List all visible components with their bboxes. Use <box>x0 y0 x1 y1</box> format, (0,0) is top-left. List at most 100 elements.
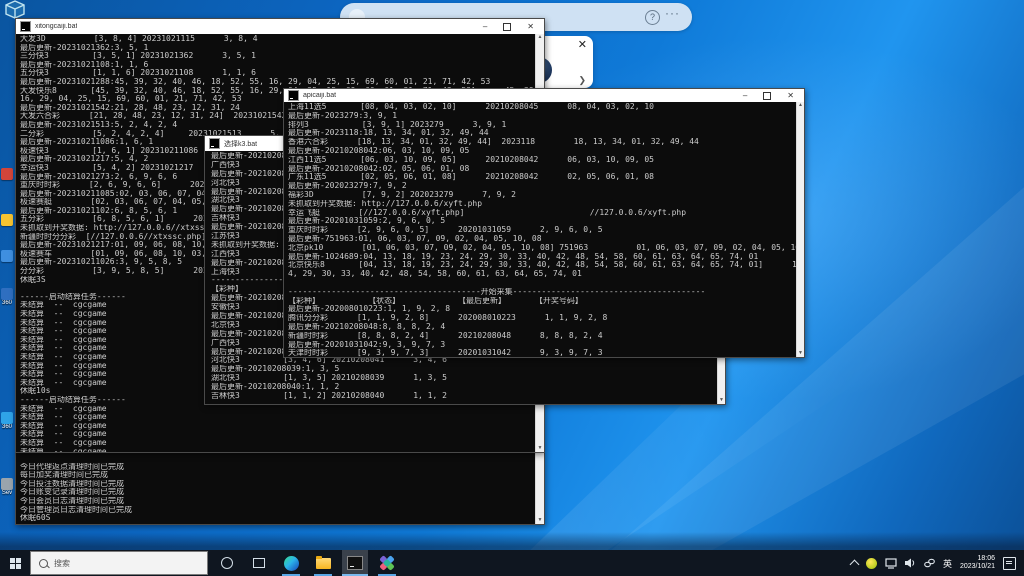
console-line: 最后更新-1024689:04, 13, 18, 19, 23, 24, 29,… <box>288 253 796 262</box>
console-line: 新疆时时彩 [8, 8, 8, 2, 4] 20210208048 8, 8, … <box>288 332 796 341</box>
close-button[interactable]: ✕ <box>527 23 534 31</box>
scroll-down-icon[interactable]: ▼ <box>797 350 804 357</box>
antivirus-tray-icon[interactable] <box>866 558 877 569</box>
console-line: 最后更新-20231021288:45, 39, 32, 40, 46, 18,… <box>20 78 535 87</box>
console-line: 最后更新-20231021362:3, 5, 1 <box>20 44 535 53</box>
desktop-icon[interactable] <box>0 214 14 226</box>
console-line: 今日账变记录清理时间已完成 <box>20 488 535 497</box>
screen: 360 360 Sev ? ··· ✕ ❯ 今日代理返点清理时间已完成每日加奖清… <box>0 0 1024 576</box>
tray-date: 2023/10/21 <box>960 563 995 571</box>
console-line: 天津时时彩 [9, 3, 9, 7, 3] 20201031042 9, 3, … <box>288 349 796 357</box>
console-line: 每日加奖清理时间已完成 <box>20 471 535 480</box>
maximize-button[interactable] <box>503 23 511 31</box>
taskbar-edge-button[interactable] <box>278 550 304 576</box>
console-line: ----------------------------------------… <box>288 288 796 297</box>
title-bar[interactable]: xitongcaiji.bat – ✕ <box>16 19 544 34</box>
search-placeholder: 搜索 <box>54 558 70 569</box>
taskbar-cmd-button[interactable] <box>342 550 368 576</box>
desktop-icon[interactable]: 360 <box>0 288 14 306</box>
desktop-icon-image <box>1 478 13 490</box>
scroll-up-icon[interactable]: ▲ <box>797 102 804 109</box>
tray-time: 18:06 <box>960 555 995 563</box>
scroll-down-icon[interactable]: ▼ <box>718 397 725 404</box>
console-line: 最后更新-202008010223:1, 1, 9, 2, 8 <box>288 305 796 314</box>
system-tray: 英 18:06 2023/10/21 <box>851 555 1024 571</box>
desktop-icon[interactable] <box>0 168 14 180</box>
link-icon[interactable] <box>924 558 935 568</box>
desktop-icon-image <box>1 214 13 226</box>
console-line: 五分快3 [1, 1, 6] 20231021108 1, 1, 6 <box>20 69 535 78</box>
desktop-icon-image <box>1 412 13 424</box>
window-title: 选择k3.bat <box>224 139 257 149</box>
console-line: 未抓取到开奖数据: http://127.0.0.6/xyft.php <box>288 200 796 209</box>
cmd-icon <box>288 90 299 101</box>
taskbar-pinwheel-app-button[interactable] <box>374 550 400 576</box>
scroll-down-icon[interactable]: ▼ <box>536 445 544 452</box>
console-window-apicaiji[interactable]: apicaiji.bat – ✕ 上海11选5 [08, 04, 03, 02,… <box>283 88 805 358</box>
maximize-button[interactable] <box>763 92 771 100</box>
console-line: 大发3D [3, 8, 4] 20231021115 3, 8, 4 <box>20 35 535 44</box>
console-line: 北京快乐8 [04, 13, 18, 19, 23, 24, 29, 30, 3… <box>288 261 796 270</box>
help-icon[interactable]: ? <box>645 10 660 25</box>
windows-logo-icon <box>10 558 21 569</box>
cortana-button[interactable] <box>214 550 240 576</box>
desktop-icon-label: 360 <box>0 424 14 430</box>
console-line: 幸运飞艇 [//127.0.0.6/xyft.php] //127.0.0.6/… <box>288 209 796 218</box>
chevron-right-icon[interactable]: ❯ <box>578 75 586 86</box>
desktop-icon-image <box>1 288 13 300</box>
desktop-icon-cube[interactable] <box>3 0 27 20</box>
desktop-icon[interactable] <box>0 250 14 262</box>
console-line: 今日投注数据清理时间已完成 <box>20 480 535 489</box>
console-line: 未结算 -- cgcgame <box>20 422 535 431</box>
cmd-icon <box>209 138 220 149</box>
pinwheel-app-icon <box>376 552 399 575</box>
scrollbar[interactable]: ▼ <box>535 453 544 524</box>
console-output: 上海11选5 [08, 04, 03, 02, 10] 20210208045 … <box>284 102 796 357</box>
console-line: 最后更新-2023279:3, 9, 1 <box>288 112 796 121</box>
console-line: 4, 29, 30, 33, 40, 42, 48, 54, 58, 60, 6… <box>288 270 796 279</box>
task-view-button[interactable] <box>246 550 272 576</box>
scroll-up-icon[interactable]: ▲ <box>536 34 544 41</box>
action-center-icon[interactable] <box>1003 557 1016 570</box>
console-line: 最后更新-20210208040:1, 1, 2 <box>211 383 717 392</box>
console-line: 最后更新-2023118:18, 13, 34, 01, 32, 49, 44 <box>288 129 796 138</box>
network-icon[interactable] <box>885 558 897 569</box>
desktop-icon[interactable]: 360 <box>0 412 14 430</box>
console-line: 未结算 -- cgcgame <box>20 448 535 453</box>
tray-clock[interactable]: 18:06 2023/10/21 <box>960 555 995 571</box>
desktop-icon[interactable]: Sev <box>0 478 14 496</box>
close-button[interactable]: ✕ <box>787 92 794 100</box>
console-line <box>288 279 796 288</box>
console-line: 【彩种】 【状态】 【最后更新】 【开奖号码】 <box>288 297 796 306</box>
edge-icon <box>284 556 299 571</box>
wallpaper-shadow-band <box>0 532 1024 550</box>
desktop-icon-image <box>1 168 13 180</box>
cmd-icon <box>347 556 363 570</box>
ime-indicator[interactable]: 英 <box>943 557 952 570</box>
console-line: 三分快3 [3, 5, 1] 20231021362 3, 5, 1 <box>20 52 535 61</box>
console-line: 江西11选5 [06, 03, 10, 09, 05] 20210208042 … <box>288 156 796 165</box>
minimize-button[interactable]: – <box>483 23 487 31</box>
console-line: 最后更新-20210208048:8, 8, 8, 2, 4 <box>288 323 796 332</box>
taskbar-search-box[interactable]: 搜索 <box>30 551 208 575</box>
scroll-down-icon[interactable]: ▼ <box>536 517 544 524</box>
console-line: 未结算 -- cgcgame <box>20 405 535 414</box>
minimize-button[interactable]: – <box>743 92 747 100</box>
console-line: 重庆时时彩 [2, 9, 6, 0, 5] 20201031059 2, 9, … <box>288 226 796 235</box>
console-line: 今日代理返点清理时间已完成 <box>20 463 535 472</box>
scrollbar[interactable]: ▲ ▼ <box>796 102 804 357</box>
close-icon[interactable]: ✕ <box>578 40 587 51</box>
console-line: 福彩3D [7, 9, 2] 202023279 7, 9, 2 <box>288 191 796 200</box>
console-window-xitongcaiji-lower[interactable]: 今日代理返点清理时间已完成每日加奖清理时间已完成今日投注数据清理时间已完成今日账… <box>15 453 545 525</box>
volume-icon[interactable] <box>905 558 916 568</box>
start-button[interactable] <box>0 550 30 576</box>
console-line: 休眠60S <box>20 514 535 523</box>
desktop-icon-label: Sev <box>0 490 14 496</box>
taskbar-explorer-button[interactable] <box>310 550 336 576</box>
title-bar[interactable]: apicaiji.bat – ✕ <box>284 89 804 102</box>
tray-expand-icon[interactable] <box>849 559 859 569</box>
console-line: 最后更新-20231021108:1, 1, 6 <box>20 61 535 70</box>
desktop-icon-label: 360 <box>0 300 14 306</box>
more-options-icon[interactable]: ··· <box>665 6 680 20</box>
console-line: 腾讯分分彩 [1, 1, 9, 2, 8] 202008010223 1, 1,… <box>288 314 796 323</box>
